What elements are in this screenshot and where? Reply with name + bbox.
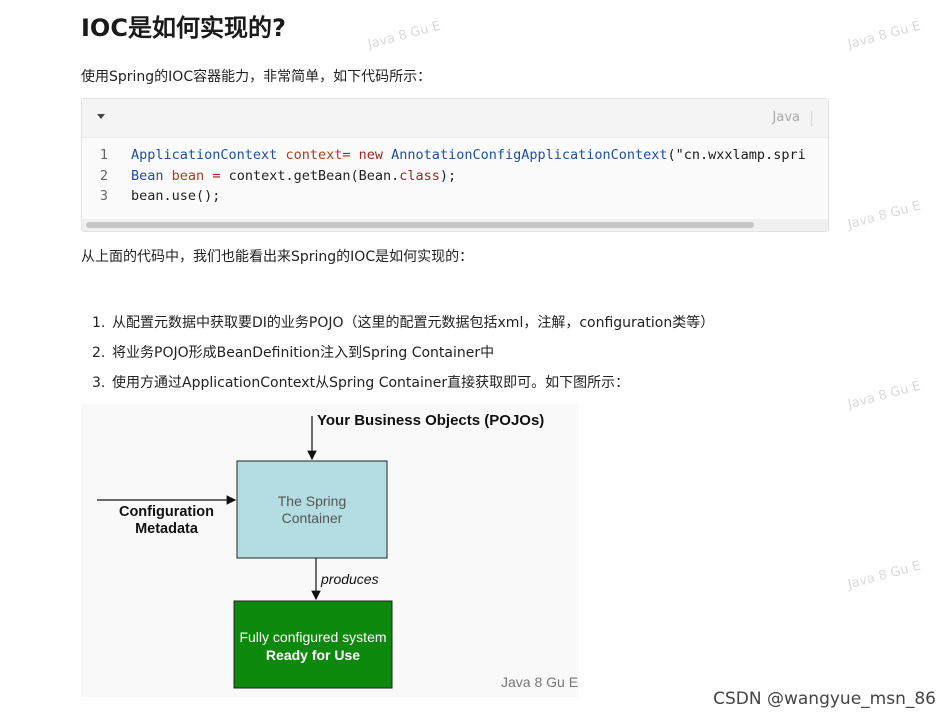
code-line: 2 Bean bean = context.getBean(Bean.class)… [82,166,828,187]
code-token: bean.use(); [131,188,221,204]
code-line: 3 bean.use(); [82,186,828,207]
code-token: ( [667,147,676,163]
list-number: 1. [92,315,106,331]
result-label: Fully configured system Ready for Use [234,628,392,664]
code-token: ApplicationContext [131,147,278,163]
intro-paragraph: 使用Spring的IOC容器能力，非常简单，如下代码所示： [81,69,432,85]
container-label-line: Container [281,510,343,526]
watermark: Java 8 Gu E [846,558,923,593]
scrollbar-thumb[interactable] [86,222,754,228]
list-number: 3. [92,375,106,391]
code-token: context.getBean(Bean. [220,167,400,184]
watermark: Java 8 Gu E [846,18,923,53]
config-metadata-line: Configuration [118,504,215,520]
result-label-line: Ready for Use [265,647,361,663]
line-number: 1 [99,147,108,163]
code-token: ); [439,167,457,184]
code-token: bean [171,167,205,184]
article-heading: IOC是如何实现的? [81,14,286,42]
watermark: Java 8 Gu E [846,378,923,413]
config-metadata-label: Configuration Metadata [109,504,224,538]
watermark: Java 8 Gu E [366,18,443,53]
code-toolbar: Java [82,99,828,138]
config-metadata-line: Metadata [135,521,198,537]
result-label-line: Fully configured system [239,629,387,645]
code-token: = [342,147,351,163]
container-label-line: The Spring [277,493,347,509]
code-language-label[interactable]: Java [773,110,800,125]
diagram-watermark: Java 8 Gu E [501,674,579,690]
horizontal-scrollbar[interactable] [82,219,828,231]
code-token: new [358,147,384,163]
code-block: Java 1 ApplicationContext context= new An… [81,98,829,232]
line-number: 3 [99,188,108,204]
toolbar-divider [811,111,812,127]
code-line: 1 ApplicationContext context= new Annotat… [82,145,828,166]
list-item: 2. 将业务POJO形成BeanDefinition注入到Spring Conta… [92,343,714,373]
produces-label: produces [321,571,379,587]
list-item: 1. 从配置元数据中获取要DI的业务POJO（这里的配置元数据包括xml，注解，c… [92,313,714,343]
line-number: 2 [99,167,108,184]
spring-container-diagram: Your Business Objects (POJOs) Configurat… [81,404,579,697]
code-token: AnnotationConfigApplicationContext [391,147,668,163]
list-item-text: 将业务POJO形成BeanDefinition注入到Spring Contain… [112,345,495,361]
code-token: class [399,167,440,184]
triangle-down-icon[interactable] [96,111,106,121]
list-item-text: 从配置元数据中获取要DI的业务POJO（这里的配置元数据包括xml，注解，con… [112,315,715,331]
steps-list: 1. 从配置元数据中获取要DI的业务POJO（这里的配置元数据包括xml，注解，c… [92,313,714,403]
footer-credit: CSDN @wangyue_msn_86 [713,689,936,709]
after-code-paragraph: 从上面的代码中，我们也能看出来Spring的IOC是如何实现的： [81,249,474,265]
pojo-label: Your Business Objects (POJOs) [317,412,545,429]
code-token: context [285,147,343,163]
watermark: Java 8 Gu E [846,198,923,233]
code-token: "cn.wxxlamp.spri [675,147,806,163]
list-item-text: 使用方通过ApplicationContext从Spring Container… [112,375,630,391]
code-lines: 1 ApplicationContext context= new Annotat… [82,145,828,207]
list-number: 2. [92,345,106,361]
code-token: Bean [131,167,164,184]
list-item: 3. 使用方通过ApplicationContext从Spring Contain… [92,373,714,403]
container-label: The Spring Container [237,493,387,527]
